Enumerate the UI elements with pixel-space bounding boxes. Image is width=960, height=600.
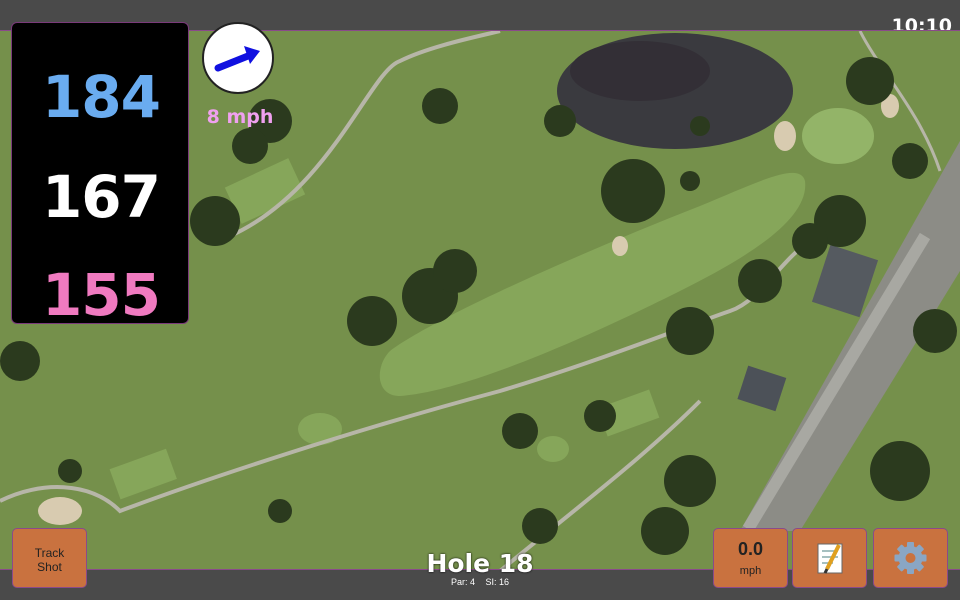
speed-button[interactable]: 0.0 mph bbox=[713, 528, 788, 588]
notes-button[interactable] bbox=[792, 528, 867, 588]
distance-panel[interactable]: 184 167 155 bbox=[11, 22, 189, 329]
track-shot-button[interactable]: Track Shot bbox=[12, 528, 87, 588]
hole-si: SI: 16 bbox=[485, 577, 510, 587]
speed-value: 0.0 bbox=[737, 539, 764, 559]
distance-back: 184 bbox=[41, 63, 161, 131]
speed-unit: mph bbox=[739, 565, 762, 577]
hole-title: Hole 18 bbox=[426, 549, 534, 578]
wind-speed: 8 mph bbox=[206, 106, 274, 128]
track-shot-label-line2: Shot bbox=[37, 560, 62, 574]
arrow-icon bbox=[214, 46, 260, 72]
wind-indicator bbox=[202, 22, 274, 94]
hole-par: Par: 4 bbox=[450, 577, 475, 587]
settings-button[interactable] bbox=[873, 528, 948, 588]
distance-front: 155 bbox=[41, 261, 161, 329]
track-shot-label-line1: Track bbox=[34, 546, 65, 560]
notepad-icon bbox=[817, 543, 843, 574]
distance-middle: 167 bbox=[41, 163, 161, 231]
hole-info: Par: 4 SI: 16 bbox=[380, 577, 580, 587]
gear-icon bbox=[894, 542, 927, 574]
